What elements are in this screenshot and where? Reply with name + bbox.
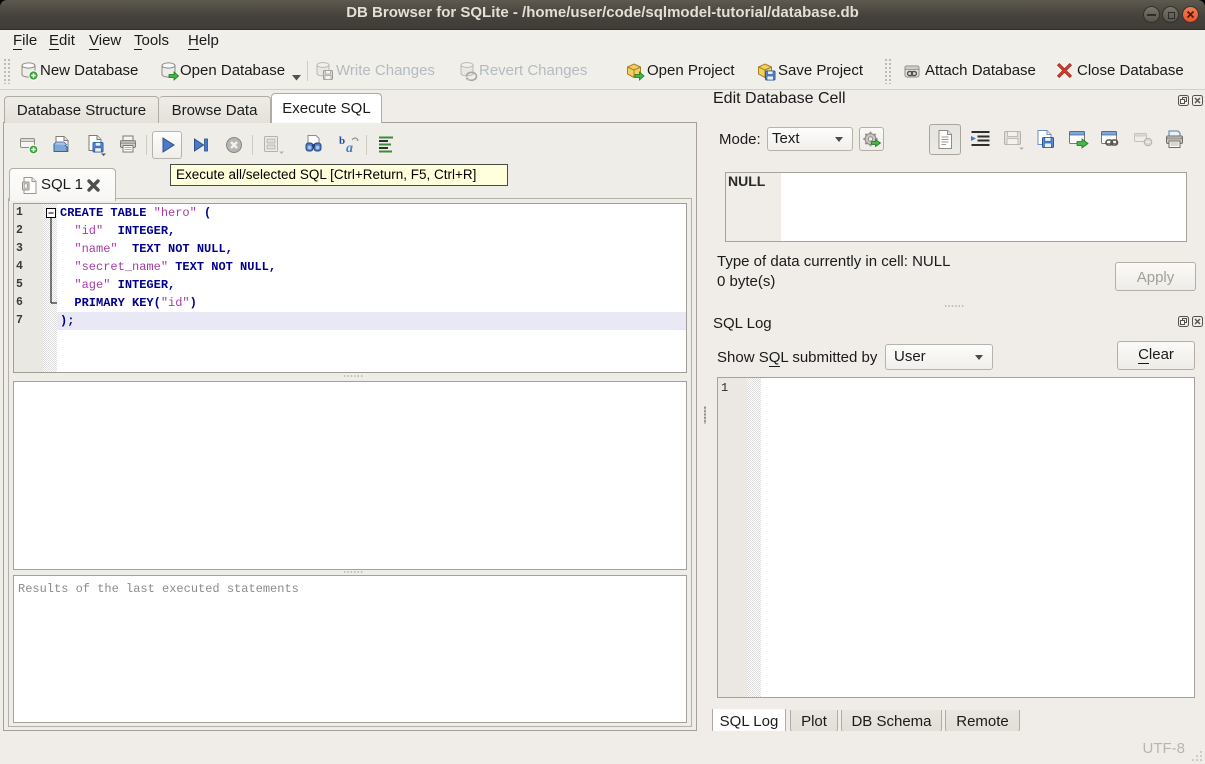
svg-text:a: a bbox=[346, 141, 353, 155]
svg-text:b: b bbox=[339, 135, 345, 147]
